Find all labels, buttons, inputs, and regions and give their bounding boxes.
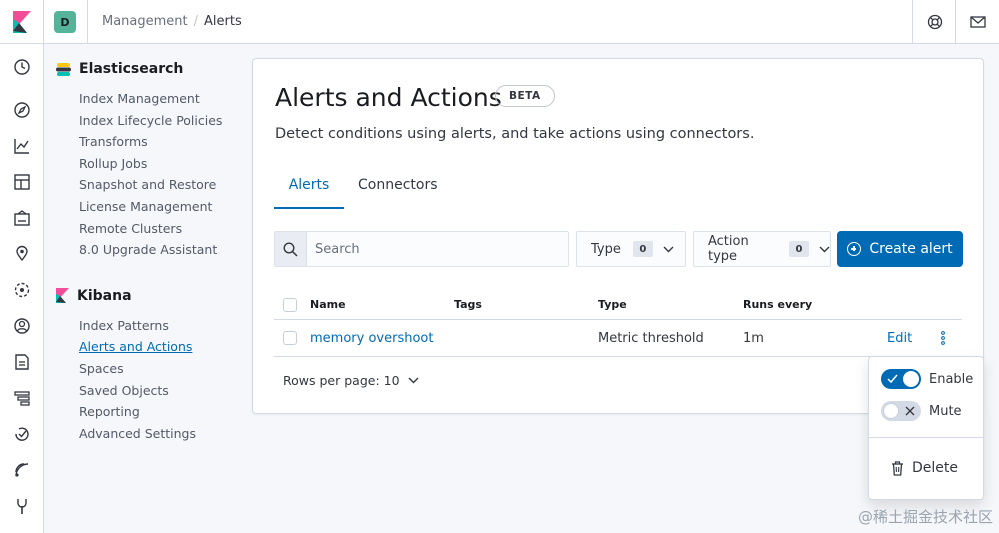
alert-type: Metric threshold	[598, 330, 704, 346]
uptime-icon[interactable]	[12, 424, 32, 444]
kibana-links: Index Patterns Alerts and Actions Spaces…	[79, 315, 246, 445]
enable-label: Enable	[929, 371, 974, 387]
logs-icon[interactable]	[12, 352, 32, 372]
rows-per-page-button[interactable]: Rows per page: 10	[283, 373, 419, 388]
dashboard-icon[interactable]	[12, 172, 32, 192]
elasticsearch-section-title: Elasticsearch	[56, 58, 246, 80]
alert-interval: 1m	[743, 330, 764, 346]
sidebar-item-spaces[interactable]: Spaces	[79, 358, 246, 380]
canvas-icon[interactable]	[12, 208, 32, 228]
table-row: memory overshoot Metric threshold 1m Edi…	[274, 320, 962, 357]
kibana-logo-icon	[56, 288, 69, 304]
search-input[interactable]: Search	[315, 242, 360, 257]
header-divider	[87, 0, 88, 44]
mute-switch[interactable]	[881, 401, 921, 421]
vertical-dots-icon	[941, 331, 945, 345]
popover-divider	[869, 437, 983, 438]
kibana-logo[interactable]	[0, 0, 44, 44]
help-button[interactable]	[912, 0, 956, 44]
chevron-down-icon	[408, 377, 419, 384]
alert-name-link[interactable]: memory overshoot	[310, 320, 433, 356]
ml-icon[interactable]	[12, 280, 32, 300]
delete-label: Delete	[912, 460, 958, 476]
top-header: D Management / Alerts	[0, 0, 999, 44]
type-filter-label: Type	[591, 241, 621, 257]
trash-icon	[892, 460, 903, 476]
more-actions-button[interactable]	[940, 320, 946, 356]
check-icon	[887, 374, 898, 384]
recent-icon[interactable]	[12, 57, 32, 77]
create-alert-label: Create alert	[869, 241, 953, 257]
sidebar-item-index-management[interactable]: Index Management	[79, 88, 246, 110]
sidebar-item-advanced-settings[interactable]: Advanced Settings	[79, 423, 246, 445]
sidebar-item-transforms[interactable]: Transforms	[79, 131, 246, 153]
help-icon	[927, 14, 942, 30]
newsfeed-button[interactable]	[955, 0, 999, 44]
type-filter-count: 0	[632, 241, 653, 257]
sidebar-item-license-management[interactable]: License Management	[79, 196, 246, 218]
column-type[interactable]: Type	[598, 290, 627, 319]
chevron-down-icon	[819, 246, 830, 253]
sidebar-item-alerts-actions[interactable]: Alerts and Actions	[79, 336, 246, 358]
maps-icon[interactable]	[12, 244, 32, 264]
chevron-down-icon	[663, 246, 674, 253]
edit-link[interactable]: Edit	[887, 320, 912, 356]
siem-icon[interactable]	[12, 460, 32, 480]
row-checkbox[interactable]	[283, 320, 297, 356]
breadcrumb-separator: /	[193, 14, 199, 29]
mute-row[interactable]: Mute	[881, 401, 962, 421]
management-sidebar: Elasticsearch Index Management Index Lif…	[56, 58, 246, 444]
tab-connectors[interactable]: Connectors	[358, 177, 438, 209]
elasticsearch-title: Elasticsearch	[79, 61, 184, 77]
sidebar-item-index-lifecycle-policies[interactable]: Index Lifecycle Policies	[79, 110, 246, 132]
kibana-title: Kibana	[77, 287, 132, 304]
sidebar-item-saved-objects[interactable]: Saved Objects	[79, 380, 246, 402]
space-avatar[interactable]: D	[54, 11, 76, 33]
mail-icon	[969, 16, 986, 28]
enable-row[interactable]: Enable	[881, 369, 973, 389]
search-icon	[275, 232, 307, 266]
column-tags[interactable]: Tags	[454, 290, 482, 319]
kibana-section-title: Kibana	[56, 285, 246, 307]
sidebar-item-upgrade-assistant[interactable]: 8.0 Upgrade Assistant	[79, 239, 246, 261]
column-runs-every[interactable]: Runs every	[743, 290, 812, 319]
breadcrumb: Management / Alerts	[102, 14, 242, 29]
sidebar-item-rollup-jobs[interactable]: Rollup Jobs	[79, 153, 246, 175]
sidebar-item-reporting[interactable]: Reporting	[79, 401, 246, 423]
breadcrumb-management[interactable]: Management	[102, 14, 188, 29]
nav-rail	[0, 44, 44, 533]
watermark: @稀土掘金技术社区	[857, 508, 993, 526]
type-filter[interactable]: Type 0	[576, 231, 686, 267]
tab-alerts[interactable]: Alerts	[274, 177, 344, 209]
plus-in-circle-icon	[847, 242, 862, 256]
sidebar-item-snapshot-restore[interactable]: Snapshot and Restore	[79, 174, 246, 196]
search-field[interactable]: Search	[274, 231, 569, 267]
elasticsearch-links: Index Management Index Lifecycle Policie…	[79, 88, 246, 261]
page-title: Alerts and Actions	[275, 83, 502, 112]
sidebar-item-index-patterns[interactable]: Index Patterns	[79, 315, 246, 337]
page-description: Detect conditions using alerts, and take…	[275, 126, 755, 142]
cross-icon	[905, 406, 915, 416]
create-alert-button[interactable]: Create alert	[837, 231, 963, 267]
mute-label: Mute	[929, 403, 962, 419]
apm-icon[interactable]	[12, 388, 32, 408]
select-all-checkbox[interactable]	[283, 290, 297, 319]
column-name[interactable]: Name	[310, 290, 346, 319]
beta-badge: BETA	[495, 85, 555, 107]
visualize-icon[interactable]	[12, 136, 32, 156]
rows-per-page-label: Rows per page: 10	[283, 373, 400, 388]
alert-actions-popover: Enable Mute Delete	[868, 356, 984, 500]
discover-icon[interactable]	[12, 100, 32, 120]
action-type-filter-label: Action type	[708, 234, 749, 264]
table-header: Name Tags Type Runs every	[274, 290, 962, 320]
action-type-filter[interactable]: Action type 0	[693, 231, 831, 267]
sidebar-item-remote-clusters[interactable]: Remote Clusters	[79, 218, 246, 240]
delete-button[interactable]: Delete	[891, 460, 958, 476]
action-type-filter-count: 0	[789, 241, 809, 257]
dev-tools-icon[interactable]	[12, 496, 32, 516]
breadcrumb-alerts: Alerts	[204, 14, 242, 29]
elasticsearch-logo-icon	[56, 62, 71, 76]
enable-switch[interactable]	[881, 369, 921, 389]
infrastructure-icon[interactable]	[12, 316, 32, 336]
